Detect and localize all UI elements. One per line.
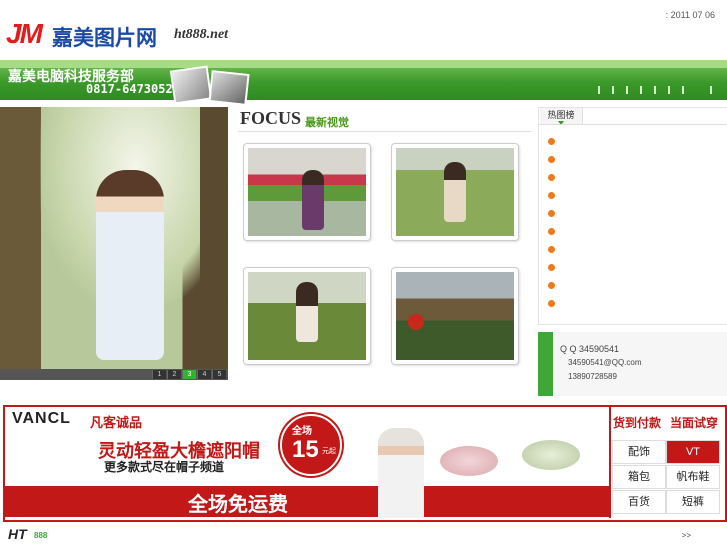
ad-category[interactable]: 箱包 <box>612 465 666 489</box>
bullet-icon <box>548 138 555 145</box>
slideshow-page-4[interactable]: 4 <box>197 370 211 379</box>
banner-phone: 0817-6473052 <box>86 82 173 96</box>
slideshow-page-1[interactable]: 1 <box>152 370 166 379</box>
focus-thumbnail[interactable] <box>391 267 519 365</box>
ad-model-figure <box>378 428 424 518</box>
footer-logo-sub: 888 <box>34 531 48 540</box>
ad-bottom-strip <box>5 486 609 517</box>
slideshow-figure <box>96 170 164 360</box>
ad-badge-unit: 元起 <box>322 447 336 455</box>
ad-category[interactable]: 百货 <box>612 490 666 514</box>
footer-more-link[interactable]: >> <box>682 531 691 540</box>
contact-phone: 13890728589 <box>568 372 617 381</box>
ad-badge-price: 15 <box>292 436 319 463</box>
bullet-icon <box>548 246 555 253</box>
bullet-icon <box>548 192 555 199</box>
bullet-icon <box>548 300 555 307</box>
ad-category[interactable]: 帆布鞋 <box>666 465 720 489</box>
ad-free-shipping: 全场免运费 <box>188 492 288 516</box>
hat-image <box>522 440 580 470</box>
site-logo[interactable]: JM 嘉美图片网 ht888.net <box>6 18 236 54</box>
banner-tick <box>626 86 628 94</box>
hot-list-divider <box>538 124 727 125</box>
ad-try-label: 当面试穿 <box>670 416 719 430</box>
banner-tick <box>710 86 712 94</box>
ad-brand: VANCL <box>12 410 71 427</box>
ad-subline: 更多款式尽在帽子频道 <box>104 460 225 474</box>
thumbnail-lantern <box>408 314 424 330</box>
ad-badge-top: 全场 <box>292 426 312 437</box>
ad-category[interactable]: 配饰 <box>612 440 666 464</box>
thumbnail-figure <box>302 170 324 230</box>
logo-mark: JM <box>6 18 43 49</box>
bullet-icon <box>548 264 555 271</box>
date-text: : 2011 07 06 <box>665 10 715 20</box>
bullet-icon <box>548 282 555 289</box>
logo-url: ht888.net <box>174 27 229 42</box>
slideshow-page-5[interactable]: 5 <box>212 370 226 379</box>
hot-list-panel <box>538 107 727 325</box>
banner-photo <box>208 70 250 106</box>
focus-thumbnail[interactable] <box>391 143 519 241</box>
focus-thumbnail[interactable] <box>243 267 371 365</box>
ad-category[interactable]: VT <box>666 440 720 464</box>
logo-name: 嘉美图片网 <box>52 26 157 50</box>
banner-tick <box>640 86 642 94</box>
ad-brand-cn: 凡客诚品 <box>90 416 143 431</box>
footer-logo: HT <box>8 526 27 542</box>
focus-thumbnail[interactable] <box>243 143 371 241</box>
bullet-icon <box>548 156 555 163</box>
bullet-icon <box>548 210 555 217</box>
bullet-icon <box>548 228 555 235</box>
contact-qq: Q Q 34590541 <box>560 344 620 354</box>
slideshow-page-3[interactable]: 3 <box>182 370 196 379</box>
focus-title-cn: 最新视觉 <box>305 116 349 129</box>
thumbnail-figure <box>296 282 318 342</box>
banner-photo <box>169 65 213 105</box>
ad-category[interactable]: 短裤 <box>666 490 720 514</box>
banner-tick <box>654 86 656 94</box>
banner-tick <box>668 86 670 94</box>
hat-image <box>440 446 498 476</box>
banner-tick <box>612 86 614 94</box>
thumbnail-figure <box>444 162 466 222</box>
contact-accent-bar <box>538 332 553 396</box>
ad-cod-label: 货到付款 <box>613 416 662 430</box>
contact-email[interactable]: 34590541@QQ.com <box>568 358 642 367</box>
slideshow-page-2[interactable]: 2 <box>167 370 181 379</box>
bullet-icon <box>548 174 555 181</box>
banner-tick <box>682 86 684 94</box>
focus-title-en: FOCUS <box>240 108 302 128</box>
banner-tick <box>598 86 600 94</box>
